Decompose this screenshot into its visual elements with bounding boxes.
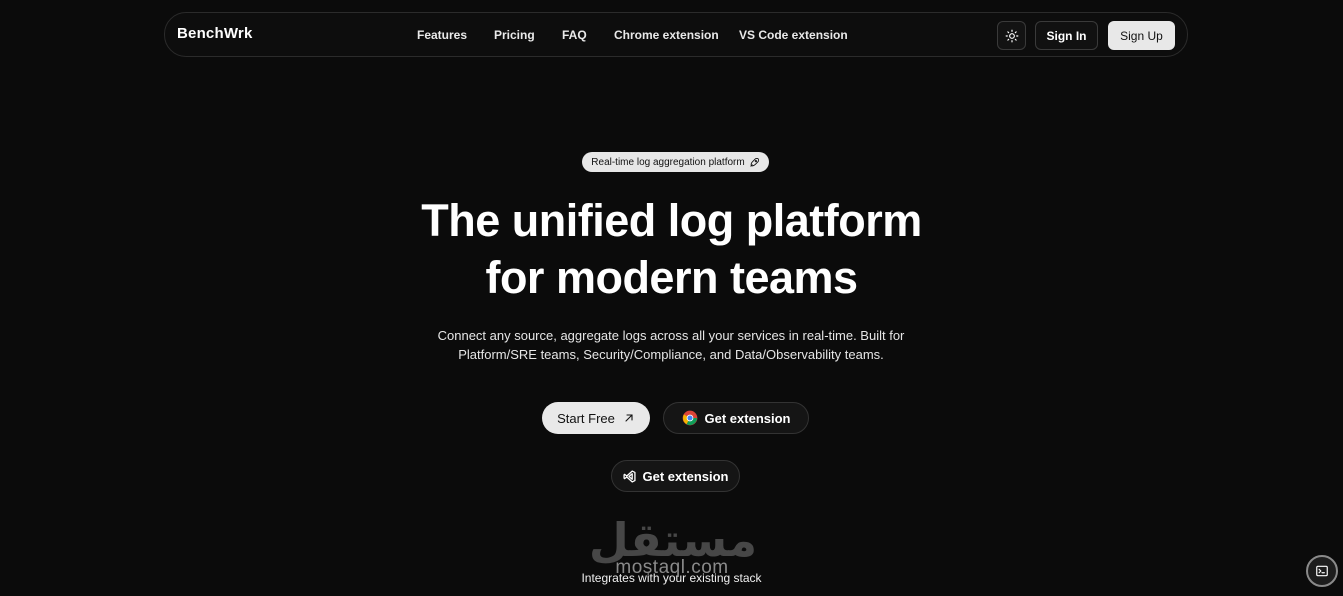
nav-links: Features Pricing FAQ Chrome extension VS… xyxy=(165,13,1187,58)
nav-link-features[interactable]: Features xyxy=(417,28,467,42)
hero-badge: Real-time log aggregation platform xyxy=(582,152,769,172)
nav-link-pricing[interactable]: Pricing xyxy=(494,28,535,42)
landing-page: BenchWrk Features Pricing FAQ Chrome ext… xyxy=(0,0,1343,596)
arrow-up-right-icon xyxy=(625,414,633,422)
hero-subtitle-line-1: Connect any source, aggregate logs acros… xyxy=(437,328,905,343)
terminal-chat-button[interactable] xyxy=(1306,555,1338,587)
get-vscode-extension-label: Get extension xyxy=(642,468,729,484)
vscode-icon xyxy=(622,469,636,483)
start-free-button[interactable]: Start Free xyxy=(542,402,650,434)
get-vscode-extension-button[interactable]: Get extension xyxy=(611,460,740,492)
theme-toggle-button[interactable] xyxy=(997,21,1026,50)
nav-link-vscode-extension[interactable]: VS Code extension xyxy=(739,28,848,42)
rocket-icon xyxy=(750,157,759,167)
hero-subtitle: Connect any source, aggregate logs acros… xyxy=(421,326,921,364)
top-navbar: BenchWrk Features Pricing FAQ Chrome ext… xyxy=(164,12,1188,57)
get-chrome-extension-button[interactable]: Get extension xyxy=(663,402,809,434)
hero-title-line-1: The unified log platform xyxy=(421,195,922,246)
hero-subtitle-line-2: Platform/SRE teams, Security/Compliance,… xyxy=(458,347,884,362)
terminal-icon xyxy=(1316,565,1328,577)
chrome-icon xyxy=(682,410,697,426)
sign-in-button[interactable]: Sign In xyxy=(1035,21,1098,50)
hero-title-line-2: for modern teams xyxy=(485,252,858,303)
sun-icon xyxy=(1005,29,1018,42)
nav-link-chrome-extension[interactable]: Chrome extension xyxy=(614,28,719,42)
get-chrome-extension-label: Get extension xyxy=(704,410,791,426)
nav-link-faq[interactable]: FAQ xyxy=(562,28,587,42)
hero-badge-label: Real-time log aggregation platform xyxy=(591,156,745,168)
sign-up-button[interactable]: Sign Up xyxy=(1108,21,1175,50)
integrates-caption: Integrates with your existing stack xyxy=(581,571,762,585)
hero-title: The unified log platform for modern team… xyxy=(0,192,1343,306)
start-free-label: Start Free xyxy=(557,410,615,426)
